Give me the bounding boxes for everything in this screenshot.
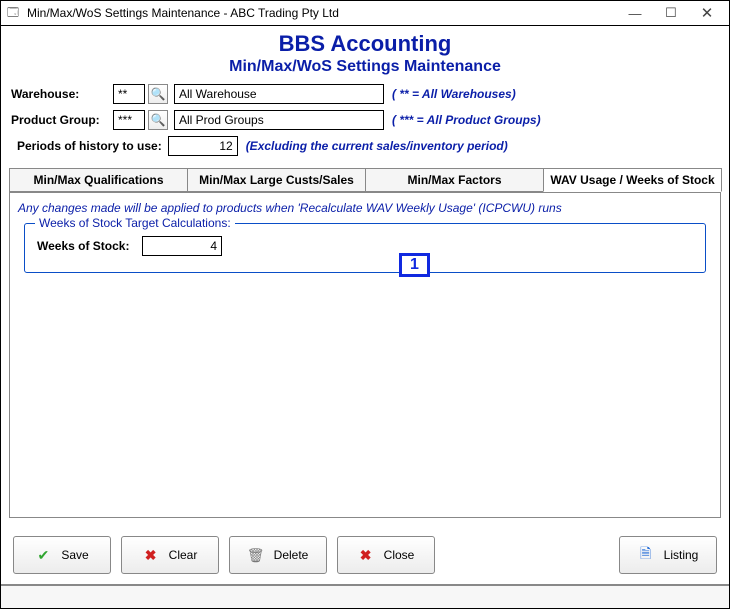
app-icon: 🗔 [5, 5, 21, 21]
form-area: Warehouse: ** 🔍 All Warehouse ( ** = All… [1, 78, 729, 168]
product-group-code-input[interactable]: *** [113, 110, 145, 130]
search-icon: 🔍 [151, 113, 166, 127]
periods-input[interactable]: 12 [168, 136, 238, 156]
warehouse-row: Warehouse: ** 🔍 All Warehouse ( ** = All… [11, 84, 719, 104]
warehouse-label: Warehouse: [11, 87, 113, 101]
delete-button[interactable]: 🗑 Delete [229, 536, 327, 574]
weeks-of-stock-label: Weeks of Stock: [37, 239, 142, 253]
tab-minmax-large-custs[interactable]: Min/Max Large Custs/Sales [187, 168, 366, 192]
warehouse-lookup-button[interactable]: 🔍 [148, 84, 168, 104]
app-title: BBS Accounting [1, 32, 729, 56]
listing-button[interactable]: 🗎 Listing [619, 536, 717, 574]
tab-wav-usage-weeks-of-stock[interactable]: WAV Usage / Weeks of Stock [543, 168, 722, 192]
weeks-of-stock-fieldset: Weeks of Stock Target Calculations: Week… [24, 223, 706, 273]
periods-hint: (Excluding the current sales/inventory p… [246, 139, 508, 153]
weeks-of-stock-row: Weeks of Stock: 4 [37, 236, 693, 256]
close-button[interactable]: ✖ Close [337, 536, 435, 574]
maximize-button[interactable]: ☐ [653, 2, 689, 24]
button-bar: ✔ Save ✖ Clear 🗑 Delete ✖ Close 🗎 Listin… [1, 526, 729, 584]
header: BBS Accounting Min/Max/WoS Settings Main… [1, 26, 729, 78]
save-button[interactable]: ✔ Save [13, 536, 111, 574]
titlebar: 🗔 Min/Max/WoS Settings Maintenance - ABC… [1, 1, 729, 26]
x-icon: ✖ [358, 547, 374, 563]
warehouse-hint: ( ** = All Warehouses) [392, 87, 516, 101]
clear-button[interactable]: ✖ Clear [121, 536, 219, 574]
trash-icon: 🗑 [248, 547, 264, 563]
product-group-row: Product Group: *** 🔍 All Prod Groups ( *… [11, 110, 719, 130]
search-icon: 🔍 [151, 87, 166, 101]
panel-note: Any changes made will be applied to prod… [18, 201, 712, 215]
product-group-label: Product Group: [11, 113, 113, 127]
tab-strip: Min/Max Qualifications Min/Max Large Cus… [9, 168, 721, 193]
app-window: 🗔 Min/Max/WoS Settings Maintenance - ABC… [0, 0, 730, 609]
annotation-callout-1: 1 [399, 253, 430, 277]
warehouse-desc: All Warehouse [174, 84, 384, 104]
close-window-button[interactable]: ✕ [689, 2, 725, 24]
screen-title: Min/Max/WoS Settings Maintenance [1, 58, 729, 76]
tab-minmax-qualifications[interactable]: Min/Max Qualifications [9, 168, 188, 192]
document-icon: 🗎 [638, 547, 654, 563]
fieldset-legend: Weeks of Stock Target Calculations: [35, 216, 235, 230]
warehouse-code-input[interactable]: ** [113, 84, 145, 104]
status-bar [1, 584, 729, 608]
window-title: Min/Max/WoS Settings Maintenance - ABC T… [27, 6, 617, 20]
periods-label: Periods of history to use: [17, 139, 162, 153]
product-group-lookup-button[interactable]: 🔍 [148, 110, 168, 130]
check-icon: ✔ [35, 547, 51, 563]
product-group-hint: ( *** = All Product Groups) [392, 113, 541, 127]
x-icon: ✖ [143, 547, 159, 563]
periods-row: Periods of history to use: 12 (Excluding… [17, 136, 719, 156]
weeks-of-stock-input[interactable]: 4 [142, 236, 222, 256]
tab-minmax-factors[interactable]: Min/Max Factors [365, 168, 544, 192]
product-group-desc: All Prod Groups [174, 110, 384, 130]
tab-panel: Any changes made will be applied to prod… [9, 193, 721, 518]
minimize-button[interactable]: — [617, 2, 653, 24]
